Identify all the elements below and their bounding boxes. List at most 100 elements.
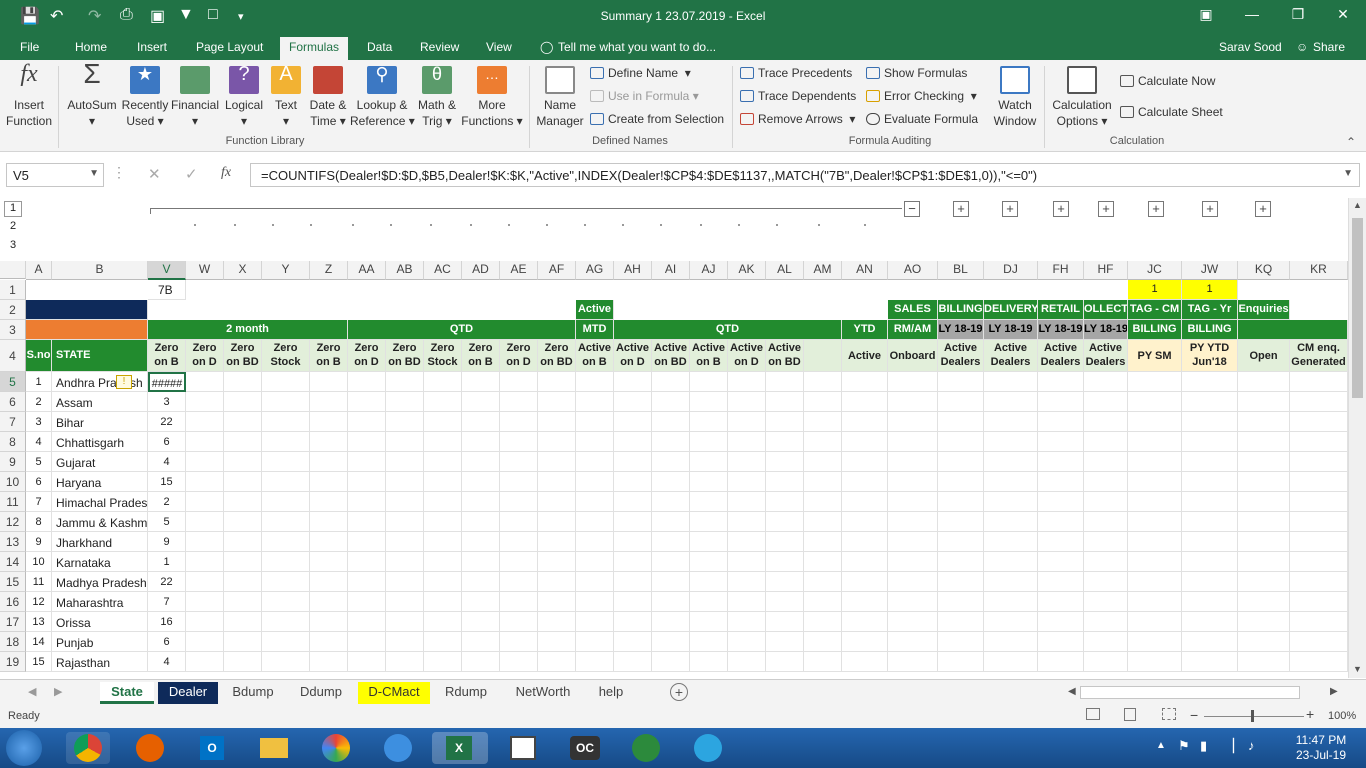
row-sno[interactable]: 1 (26, 372, 52, 392)
empty-cell[interactable] (804, 652, 842, 672)
empty-cell[interactable] (224, 632, 262, 652)
formula-input[interactable]: =COUNTIFS(Dealer!$D:$D,$B5,Dealer!$K:$K,… (250, 163, 1360, 187)
empty-cell[interactable] (1290, 492, 1348, 512)
header-state[interactable]: STATE (52, 340, 148, 372)
column-header-v[interactable]: V (148, 261, 186, 280)
column-header-ac[interactable]: AC (424, 261, 462, 280)
empty-cell[interactable] (842, 372, 888, 392)
empty-cell[interactable] (1128, 652, 1182, 672)
empty-cell[interactable] (576, 452, 614, 472)
empty-cell[interactable] (804, 632, 842, 652)
empty-cell[interactable] (1084, 472, 1128, 492)
empty-cell[interactable] (1084, 612, 1128, 632)
empty-cell[interactable] (804, 412, 842, 432)
row-state[interactable]: Maharashtra (52, 592, 148, 612)
empty-cell[interactable] (538, 392, 576, 412)
empty-cell[interactable] (842, 652, 888, 672)
empty-cell[interactable] (224, 572, 262, 592)
navy-band[interactable] (26, 300, 148, 320)
header-z[interactable]: Zero on B (310, 340, 348, 372)
empty-cell[interactable] (348, 412, 386, 432)
empty-cell[interactable] (984, 532, 1038, 552)
empty-cell[interactable] (690, 512, 728, 532)
empty-cell[interactable] (1084, 572, 1128, 592)
empty-cell[interactable] (728, 572, 766, 592)
empty-cell[interactable] (310, 472, 348, 492)
empty-cell[interactable] (888, 652, 938, 672)
sheet-tab-help[interactable]: help (586, 682, 636, 704)
orange-band[interactable] (26, 320, 148, 340)
empty-cell[interactable] (652, 412, 690, 432)
column-header-w[interactable]: W (186, 261, 224, 280)
empty-cell[interactable] (842, 572, 888, 592)
empty-cell[interactable] (224, 432, 262, 452)
empty-cell[interactable] (1038, 652, 1084, 672)
row-value[interactable]: ##### (148, 372, 186, 392)
user-name[interactable]: Sarav Sood (1219, 40, 1282, 54)
tell-me-search[interactable]: Tell me what you want to do... (558, 40, 716, 54)
expand-group-icon[interactable]: + (1053, 201, 1069, 217)
empty-cell[interactable] (842, 392, 888, 412)
empty-cell[interactable] (652, 372, 690, 392)
empty-cell[interactable] (262, 612, 310, 632)
row-header[interactable]: 11 (0, 492, 26, 512)
row-header[interactable]: 10 (0, 472, 26, 492)
cell-hf2[interactable]: OLLECTIO (1084, 300, 1128, 320)
row-state[interactable]: Gujarat (52, 452, 148, 472)
header-qtd-2[interactable]: QTD (614, 320, 842, 340)
outlook-icon[interactable]: O (190, 732, 234, 764)
empty-cell[interactable] (348, 472, 386, 492)
row-state[interactable]: Andhra Pradesh (52, 372, 148, 392)
row-header[interactable]: 13 (0, 532, 26, 552)
empty-cell[interactable] (1038, 572, 1084, 592)
empty-cell[interactable] (1238, 372, 1290, 392)
column-header-b[interactable]: B (52, 261, 148, 280)
recently-used-button[interactable]: ★ Recently Used ▾ (120, 65, 170, 129)
empty-cell[interactable] (984, 492, 1038, 512)
empty-cell[interactable] (690, 452, 728, 472)
empty-cell[interactable] (1182, 652, 1238, 672)
empty-cell[interactable] (728, 412, 766, 432)
empty-cell[interactable] (690, 652, 728, 672)
empty-cell[interactable] (614, 492, 652, 512)
row-value[interactable]: 22 (148, 572, 186, 592)
calculation-options-button[interactable]: Calculation Options ▾ (1048, 66, 1116, 129)
empty-cell[interactable] (424, 472, 462, 492)
empty-cell[interactable] (652, 532, 690, 552)
empty-cell[interactable] (804, 472, 842, 492)
empty-cell[interactable] (938, 412, 984, 432)
empty-cell[interactable] (462, 552, 500, 572)
empty-cell[interactable] (652, 512, 690, 532)
empty-cell[interactable] (262, 492, 310, 512)
empty-cell[interactable] (984, 592, 1038, 612)
expand-formula-icon[interactable]: ▼ (1343, 168, 1353, 179)
empty-cell[interactable] (262, 552, 310, 572)
empty-cell[interactable] (1128, 372, 1182, 392)
empty-cell[interactable] (262, 632, 310, 652)
header-jc[interactable]: PY SM (1128, 340, 1182, 372)
empty-cell[interactable] (766, 372, 804, 392)
empty-cell[interactable] (652, 392, 690, 412)
header-ae[interactable]: Zero on D (500, 340, 538, 372)
empty-cell[interactable] (224, 412, 262, 432)
empty-cell[interactable] (462, 472, 500, 492)
empty-cell[interactable] (310, 592, 348, 612)
empty-cell[interactable] (1238, 532, 1290, 552)
empty-cell[interactable] (1290, 452, 1348, 472)
empty-cell[interactable] (1182, 372, 1238, 392)
sheet-tab-networth[interactable]: NetWorth (502, 682, 584, 704)
empty-cell[interactable] (262, 372, 310, 392)
empty-cell[interactable] (1182, 612, 1238, 632)
cell-ag2[interactable]: Active (576, 300, 614, 320)
empty-cell[interactable] (1182, 492, 1238, 512)
empty-cell[interactable] (1128, 592, 1182, 612)
empty-cell[interactable] (538, 512, 576, 532)
empty-cell[interactable] (1038, 372, 1084, 392)
empty-cell[interactable] (1182, 572, 1238, 592)
empty-cell[interactable] (424, 452, 462, 472)
header-billing-jc[interactable]: BILLING (1128, 320, 1182, 340)
empty-cell[interactable] (500, 472, 538, 492)
cell-bl2[interactable]: BILLING (938, 300, 984, 320)
empty-cell[interactable] (652, 492, 690, 512)
column-header-fh[interactable]: FH (1038, 261, 1084, 280)
